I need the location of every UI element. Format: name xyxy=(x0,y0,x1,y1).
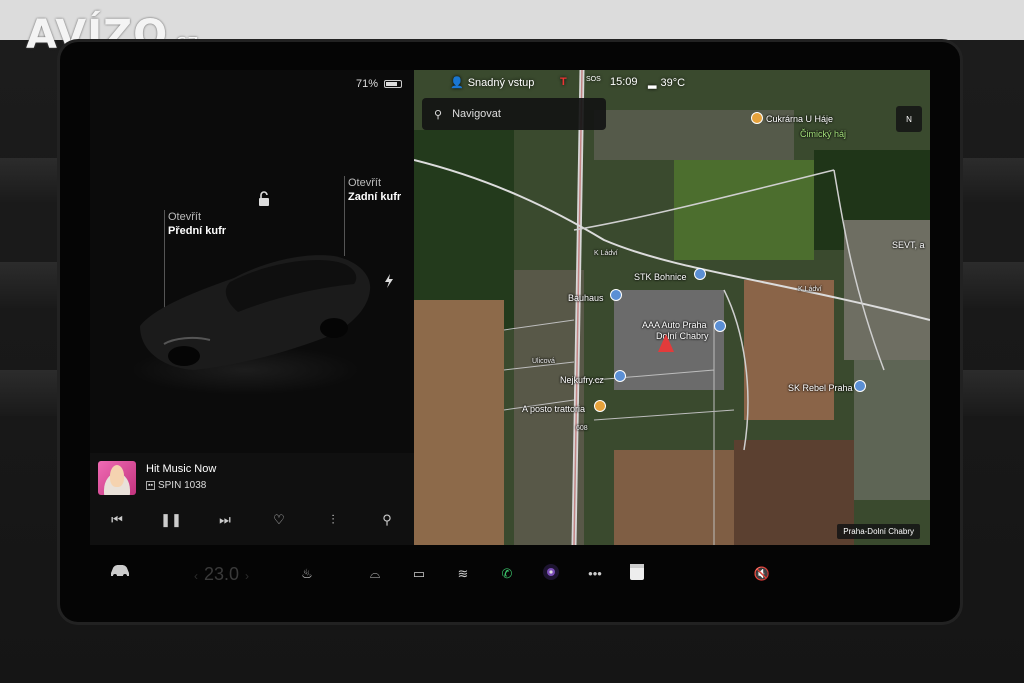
seat-heat-icon[interactable]: ♨ xyxy=(296,563,318,585)
poi-pin[interactable] xyxy=(714,320,726,332)
navigate-placeholder: Navigovat xyxy=(452,108,501,120)
equalizer-icon[interactable]: ⫶ xyxy=(322,509,344,531)
cabin-temperature-control[interactable]: ‹ 23.0 › xyxy=(188,563,255,587)
profile-icon: 👤 xyxy=(450,77,464,89)
bottom-dock: ‹ 23.0 › ♨ ⌓ ▭ ≋ ✆ ••• 🔇 xyxy=(90,545,930,610)
clock: 15:09 xyxy=(610,76,638,88)
poi-label: Nejkufry.cz xyxy=(560,375,604,385)
poi-pin[interactable] xyxy=(614,370,626,382)
street-label: K Ládví xyxy=(594,250,618,257)
trunk-button[interactable]: Otevřít Zadní kufr xyxy=(348,176,401,204)
location-name-badge: Praha-Dolní Chabry xyxy=(837,524,920,539)
search-icon: ⚲ xyxy=(434,108,443,121)
radio-tag-icon: ▪▪ xyxy=(146,481,155,490)
poi-label: STK Bohnice xyxy=(634,272,687,282)
heart-icon[interactable]: ♡ xyxy=(268,509,290,531)
street-label: K Ládví xyxy=(798,286,822,293)
poi-pin[interactable] xyxy=(751,112,763,124)
unlock-icon[interactable] xyxy=(257,191,271,207)
frunk-button[interactable]: Otevřít Přední kufr xyxy=(168,210,226,238)
street-label: 608 xyxy=(576,425,588,432)
phone-icon[interactable]: ✆ xyxy=(496,563,518,585)
satellite-map-imagery xyxy=(414,70,930,545)
poi-label: A posto trattoria xyxy=(522,404,586,414)
poi-pin[interactable] xyxy=(694,268,706,280)
poi-label: Cukrárna U Háje xyxy=(766,114,834,124)
defrost-front-icon[interactable]: ⌓ xyxy=(364,563,386,585)
charge-port-icon[interactable] xyxy=(384,274,394,288)
map-status-bar: 👤 Snadný vstup T SOS 15:09 ▂ 39°C xyxy=(414,70,930,96)
poi-label: SK Rebel Praha xyxy=(788,383,853,393)
trunk-action: Otevřít xyxy=(348,177,382,189)
album-art[interactable] xyxy=(98,461,136,495)
temp-down-icon[interactable]: ‹ xyxy=(194,569,198,583)
driver-profile[interactable]: 👤 Snadný vstup xyxy=(450,76,534,90)
poi-pin[interactable] xyxy=(594,400,606,412)
frunk-action: Otevřít xyxy=(168,211,202,223)
station-name: ▪▪ SPIN 1038 xyxy=(146,480,207,491)
temp-up-icon[interactable]: › xyxy=(245,569,249,583)
pause-icon[interactable]: ❚❚ xyxy=(160,509,182,531)
poi-label: Čimický háj xyxy=(800,129,847,139)
volume-mute-icon[interactable]: 🔇 xyxy=(750,563,774,585)
poi-pin[interactable] xyxy=(854,380,866,392)
poi-label: SEVT, a xyxy=(892,240,925,250)
search-icon[interactable]: ⚲ xyxy=(376,509,398,531)
media-controls: ⏮ ❚❚ ⏭ ♡ ⫶ ⚲ xyxy=(90,505,414,535)
trunk-label: Zadní kufr xyxy=(348,191,402,203)
trunk-leader-line xyxy=(344,176,345,256)
poi-pin[interactable] xyxy=(610,289,622,301)
car-model-image xyxy=(134,248,374,378)
heater-icon[interactable]: ≋ xyxy=(452,563,474,585)
touchscreen: 71% Otevřít Přední kufr Otevřít Zadní ku… xyxy=(90,70,930,610)
street-label: Ulicová xyxy=(532,358,555,365)
vehicle-location-icon xyxy=(658,334,674,352)
camera-icon[interactable] xyxy=(540,563,562,585)
cabin-temperature: 23.0 xyxy=(204,564,240,584)
poi-label: AAA Auto Praha xyxy=(642,320,707,330)
media-player: Hit Music Now ▪▪ SPIN 1038 ⏮ ❚❚ ⏭ ♡ ⫶ ⚲ xyxy=(90,453,414,545)
defrost-rear-icon[interactable]: ▭ xyxy=(408,563,430,585)
navigate-search-bar[interactable]: ⚲ Navigovat xyxy=(422,98,606,130)
outside-temperature: ▂ 39°C xyxy=(648,76,686,90)
calendar-icon[interactable] xyxy=(626,563,648,585)
car-icon[interactable] xyxy=(108,563,132,585)
song-title: Hit Music Now xyxy=(146,463,217,475)
car-temp-icon: ▂ xyxy=(648,77,657,89)
sos-button[interactable]: SOS xyxy=(586,76,601,83)
compass-button[interactable]: N xyxy=(896,106,922,132)
poi-label: Bauhaus xyxy=(568,293,604,303)
battery-icon xyxy=(384,80,402,88)
battery-percent: 71% xyxy=(355,78,378,90)
battery-indicator: 71% xyxy=(356,78,402,90)
more-icon[interactable]: ••• xyxy=(584,563,606,585)
next-icon[interactable]: ⏭ xyxy=(214,509,236,531)
tesla-logo-icon[interactable]: T xyxy=(560,76,567,88)
frunk-label: Přední kufr xyxy=(168,225,227,237)
navigation-map[interactable]: 👤 Snadný vstup T SOS 15:09 ▂ 39°C ⚲ Navi… xyxy=(414,70,930,545)
prev-icon[interactable]: ⏮ xyxy=(106,509,128,531)
